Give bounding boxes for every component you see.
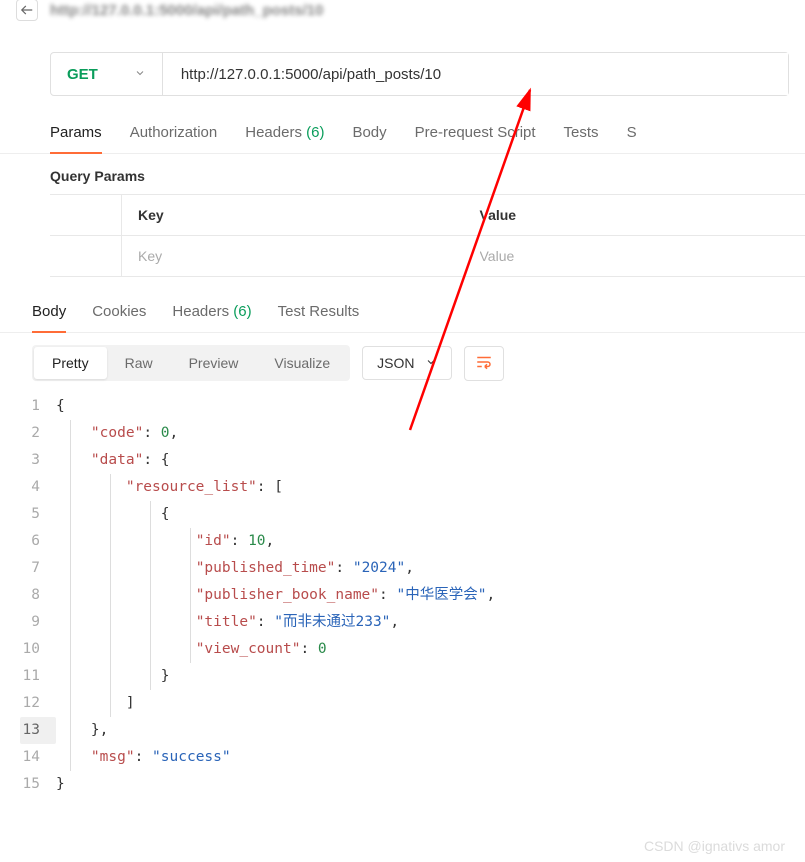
line-number: 11 [20,663,56,690]
line-number: 1 [20,393,56,420]
method-label: GET [67,66,98,83]
tab-params[interactable]: Params [50,124,102,153]
line-number: 13 [20,717,56,744]
line-content: "view_count": 0 [56,636,327,663]
line-content: "id": 10, [56,528,274,555]
count-badge: (6) [229,303,252,320]
url-input[interactable] [163,53,788,95]
tab-authorization[interactable]: Authorization [130,124,218,153]
arrow-left-icon [20,3,34,17]
line-number: 12 [20,690,56,717]
request-row: GET [50,52,789,96]
line-content: "resource_list": [ [56,474,283,501]
code-line: 12 ] [20,690,805,717]
response-tabs: Body Cookies Headers (6) Test Results [0,303,805,333]
response-tab-cookies[interactable]: Cookies [92,303,146,332]
line-number: 4 [20,474,56,501]
code-line: 1{ [20,393,805,420]
code-line: 10 "view_count": 0 [20,636,805,663]
line-number: 2 [20,420,56,447]
line-number: 9 [20,609,56,636]
params-key-input[interactable] [138,248,448,264]
chevron-down-icon [425,355,437,371]
line-number: 7 [20,555,56,582]
format-mode-group: PrettyRawPreviewVisualize [32,345,350,381]
line-content: "data": { [56,447,170,474]
code-line: 4 "resource_list": [ [20,474,805,501]
count-badge: (6) [302,124,325,141]
response-tab-headers[interactable]: Headers (6) [172,303,251,332]
line-number: 15 [20,771,56,798]
line-number: 3 [20,447,56,474]
format-raw[interactable]: Raw [107,347,171,379]
lang-label: JSON [377,355,414,371]
line-content: { [56,501,170,528]
code-line: 6 "id": 10, [20,528,805,555]
line-content: "code": 0, [56,420,178,447]
format-bar: PrettyRawPreviewVisualize JSON [0,333,805,393]
code-line: 5 { [20,501,805,528]
line-content: "title": "而非未通过233", [56,609,399,636]
tab-tests[interactable]: Tests [564,124,599,153]
code-line: 3 "data": { [20,447,805,474]
watermark: CSDN @ignativs amor [644,838,785,854]
params-row [50,236,805,277]
tab-body[interactable]: Body [352,124,386,153]
code-line: 2 "code": 0, [20,420,805,447]
code-line: 13 }, [20,717,805,744]
line-content: }, [56,717,108,744]
params-value-header: Value [464,195,805,235]
params-check-col [50,195,122,235]
line-content: ] [56,690,135,717]
tab-headers[interactable]: Headers (6) [245,124,324,153]
params-value-input[interactable] [480,248,790,264]
params-header-row: Key Value [50,195,805,236]
line-number: 6 [20,528,56,555]
line-number: 8 [20,582,56,609]
line-content: "msg": "success" [56,744,231,771]
line-content: "publisher_book_name": "中华医学会", [56,582,495,609]
line-content: } [56,663,170,690]
wrap-button[interactable] [464,346,504,381]
request-tabs: Params Authorization Headers (6) Body Pre-re… [0,124,805,154]
params-key-header: Key [122,195,464,235]
line-number: 10 [20,636,56,663]
code-line: 11 } [20,663,805,690]
line-number: 5 [20,501,56,528]
response-tab-test-results[interactable]: Test Results [278,303,360,332]
chevron-down-icon [134,66,146,82]
method-select[interactable]: GET [51,53,163,95]
response-body[interactable]: 1{2 "code": 0,3 "data": {4 "resource_lis… [0,393,805,798]
query-params-table: Key Value [50,194,805,277]
tab-s[interactable]: S [627,124,637,153]
code-line: 14 "msg": "success" [20,744,805,771]
line-content: "published_time": "2024", [56,555,414,582]
format-visualize[interactable]: Visualize [256,347,348,379]
params-row-check[interactable] [50,236,122,276]
response-tab-body[interactable]: Body [32,303,66,332]
code-line: 9 "title": "而非未通过233", [20,609,805,636]
lang-select[interactable]: JSON [362,346,451,380]
breadcrumb-url: http://127.0.0.1:5000/api/path_posts/10 [50,2,323,19]
format-preview[interactable]: Preview [171,347,257,379]
line-number: 14 [20,744,56,771]
back-button[interactable] [16,0,38,21]
tab-pre-request-script[interactable]: Pre-request Script [415,124,536,153]
top-bar: http://127.0.0.1:5000/api/path_posts/10 [0,0,805,20]
query-params-title: Query Params [0,154,805,194]
line-content: } [56,771,65,798]
format-pretty[interactable]: Pretty [34,347,107,379]
code-line: 15} [20,771,805,798]
code-line: 7 "published_time": "2024", [20,555,805,582]
wrap-icon [475,353,493,371]
code-line: 8 "publisher_book_name": "中华医学会", [20,582,805,609]
line-content: { [56,393,65,420]
